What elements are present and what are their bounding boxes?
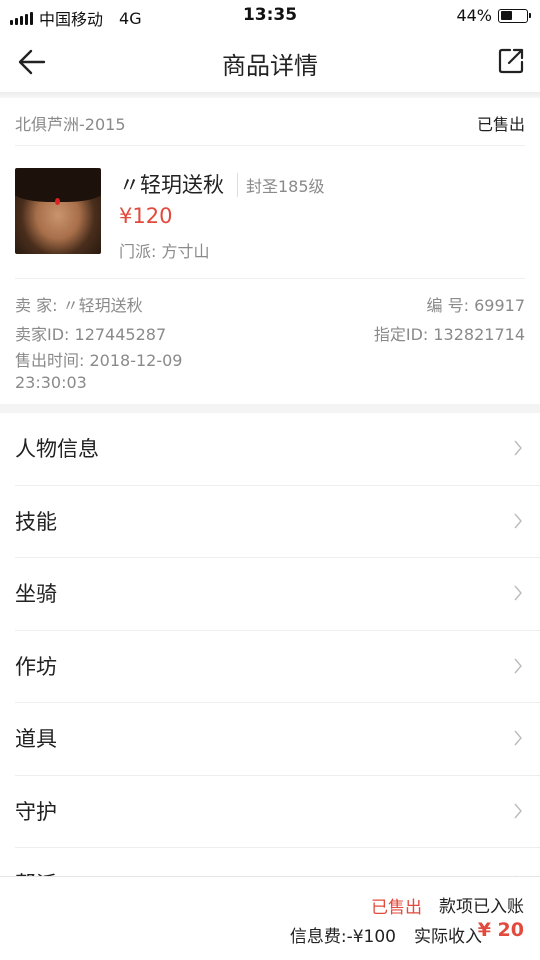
chevron-right-icon bbox=[514, 513, 522, 528]
chevron-right-icon bbox=[514, 440, 522, 456]
battery-percent: 44% bbox=[456, 6, 492, 25]
menu-item-guardian[interactable]: 守护 bbox=[15, 776, 540, 848]
menu-item-mounts[interactable]: 坐骑 bbox=[15, 558, 540, 631]
sale-time-label: 售出时间: 2018-12-09 23:30:03 bbox=[15, 351, 183, 392]
menu-item-label: 作坊 bbox=[15, 654, 57, 679]
payment-received-status: 款项已入账 bbox=[439, 897, 524, 917]
info-fee: 信息费:-¥100 bbox=[289, 927, 396, 947]
nav-divider bbox=[0, 92, 540, 98]
chevron-right-icon bbox=[514, 585, 522, 601]
status-bar: 中国移动 4G 13:35 44% bbox=[0, 0, 540, 32]
chevron-right-icon bbox=[514, 730, 522, 746]
menu-item-workshop[interactable]: 作坊 bbox=[15, 631, 540, 703]
page-title: 商品详情 bbox=[222, 52, 318, 80]
avatar bbox=[15, 168, 101, 254]
assigned-id-label: 指定ID: 132821714 bbox=[373, 325, 525, 344]
share-icon[interactable] bbox=[496, 46, 526, 76]
menu-item-label: 守护 bbox=[15, 799, 57, 824]
role-name: 〃轻玥送秋 bbox=[119, 173, 224, 197]
meta-row-2: 卖家ID: 127445287 指定ID: 132821714 bbox=[15, 321, 525, 344]
menu-item-label: 人物信息 bbox=[15, 437, 99, 461]
seller-label: 卖 家: 〃轻玥送秋 bbox=[15, 296, 143, 315]
section-divider bbox=[0, 404, 540, 413]
chevron-right-icon bbox=[514, 803, 522, 818]
detail-menu: 人物信息 技能 坐骑 作坊 道具 守护 帮派 bbox=[0, 413, 540, 921]
menu-item-items[interactable]: 道具 bbox=[15, 703, 540, 776]
menu-item-label: 技能 bbox=[15, 509, 57, 534]
bottom-sold-status: 已售出 bbox=[371, 898, 422, 918]
meta-row-1: 卖 家: 〃轻玥送秋 编 号: 69917 bbox=[15, 292, 525, 315]
role-price: ¥120 bbox=[119, 204, 173, 228]
role-level: 封圣185级 bbox=[237, 173, 325, 197]
nav-bar: 商品详情 bbox=[0, 32, 540, 92]
menu-item-label: 道具 bbox=[15, 727, 57, 751]
menu-item-character-info[interactable]: 人物信息 bbox=[15, 413, 540, 486]
seller-id-label: 卖家ID: 127445287 bbox=[15, 325, 167, 344]
status-badge: 已售出 bbox=[476, 114, 525, 134]
role-sect: 门派: 方寸山 bbox=[119, 242, 210, 261]
serial-label: 编 号: 69917 bbox=[426, 296, 525, 315]
actual-income-value: ¥ 20 bbox=[477, 919, 524, 941]
status-right: 44% bbox=[456, 6, 531, 25]
role-summary: 〃轻玥送秋 封圣185级 ¥120 门派: 方寸山 bbox=[15, 147, 525, 279]
bottom-bar: 已售出 款项已入账 信息费:-¥100 实际收入 ¥ 20 bbox=[0, 876, 540, 960]
battery-icon bbox=[498, 8, 531, 23]
server-row: 北俱芦洲-2015 已售出 bbox=[15, 100, 525, 146]
chevron-right-icon bbox=[514, 658, 522, 673]
menu-item-label: 坐骑 bbox=[15, 582, 57, 606]
battery-fill bbox=[500, 11, 512, 20]
menu-item-skills[interactable]: 技能 bbox=[15, 486, 540, 558]
server-name: 北俱芦洲-2015 bbox=[15, 114, 126, 134]
actual-income-label: 实际收入 bbox=[414, 927, 482, 947]
